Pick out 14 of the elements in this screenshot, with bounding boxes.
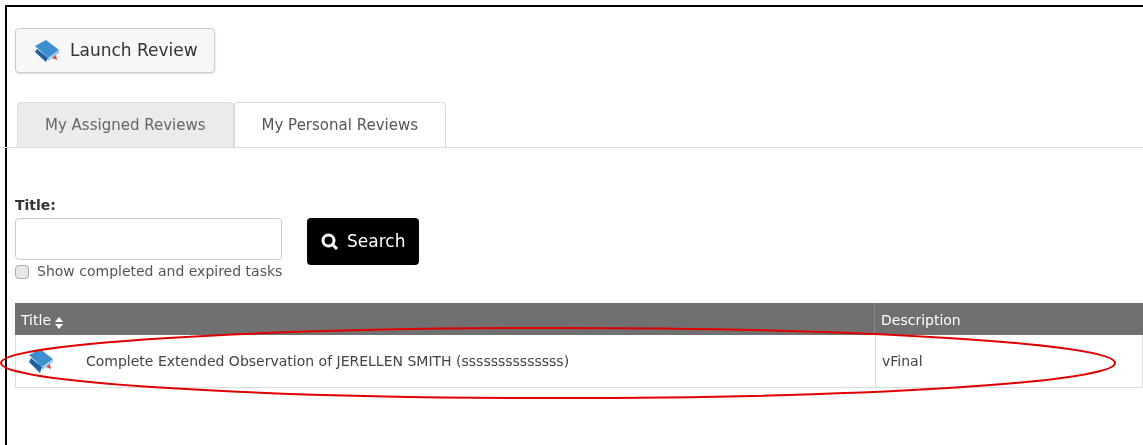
table-cell-text: Complete Extended Observation of JERELLEN SMITH (ssssssssssssss) bbox=[86, 351, 570, 371]
book-icon bbox=[32, 37, 62, 64]
tab[interactable]: My Assigned Reviews bbox=[17, 102, 234, 147]
tab[interactable]: My Personal Reviews bbox=[233, 102, 446, 147]
table-cell-text: vFinal bbox=[882, 351, 923, 371]
column-header[interactable]: Title bbox=[15, 303, 874, 335]
column-header: Description bbox=[874, 303, 1143, 335]
search-button[interactable]: Search bbox=[307, 218, 420, 265]
launch-review-button[interactable]: Launch Review bbox=[15, 28, 215, 73]
show-completed-checkbox[interactable] bbox=[15, 264, 29, 279]
search-icon bbox=[321, 232, 339, 251]
show-completed-label: Show completed and expired tasks bbox=[37, 262, 283, 281]
title-label: Title: bbox=[15, 196, 57, 215]
title-input[interactable] bbox=[15, 218, 282, 260]
